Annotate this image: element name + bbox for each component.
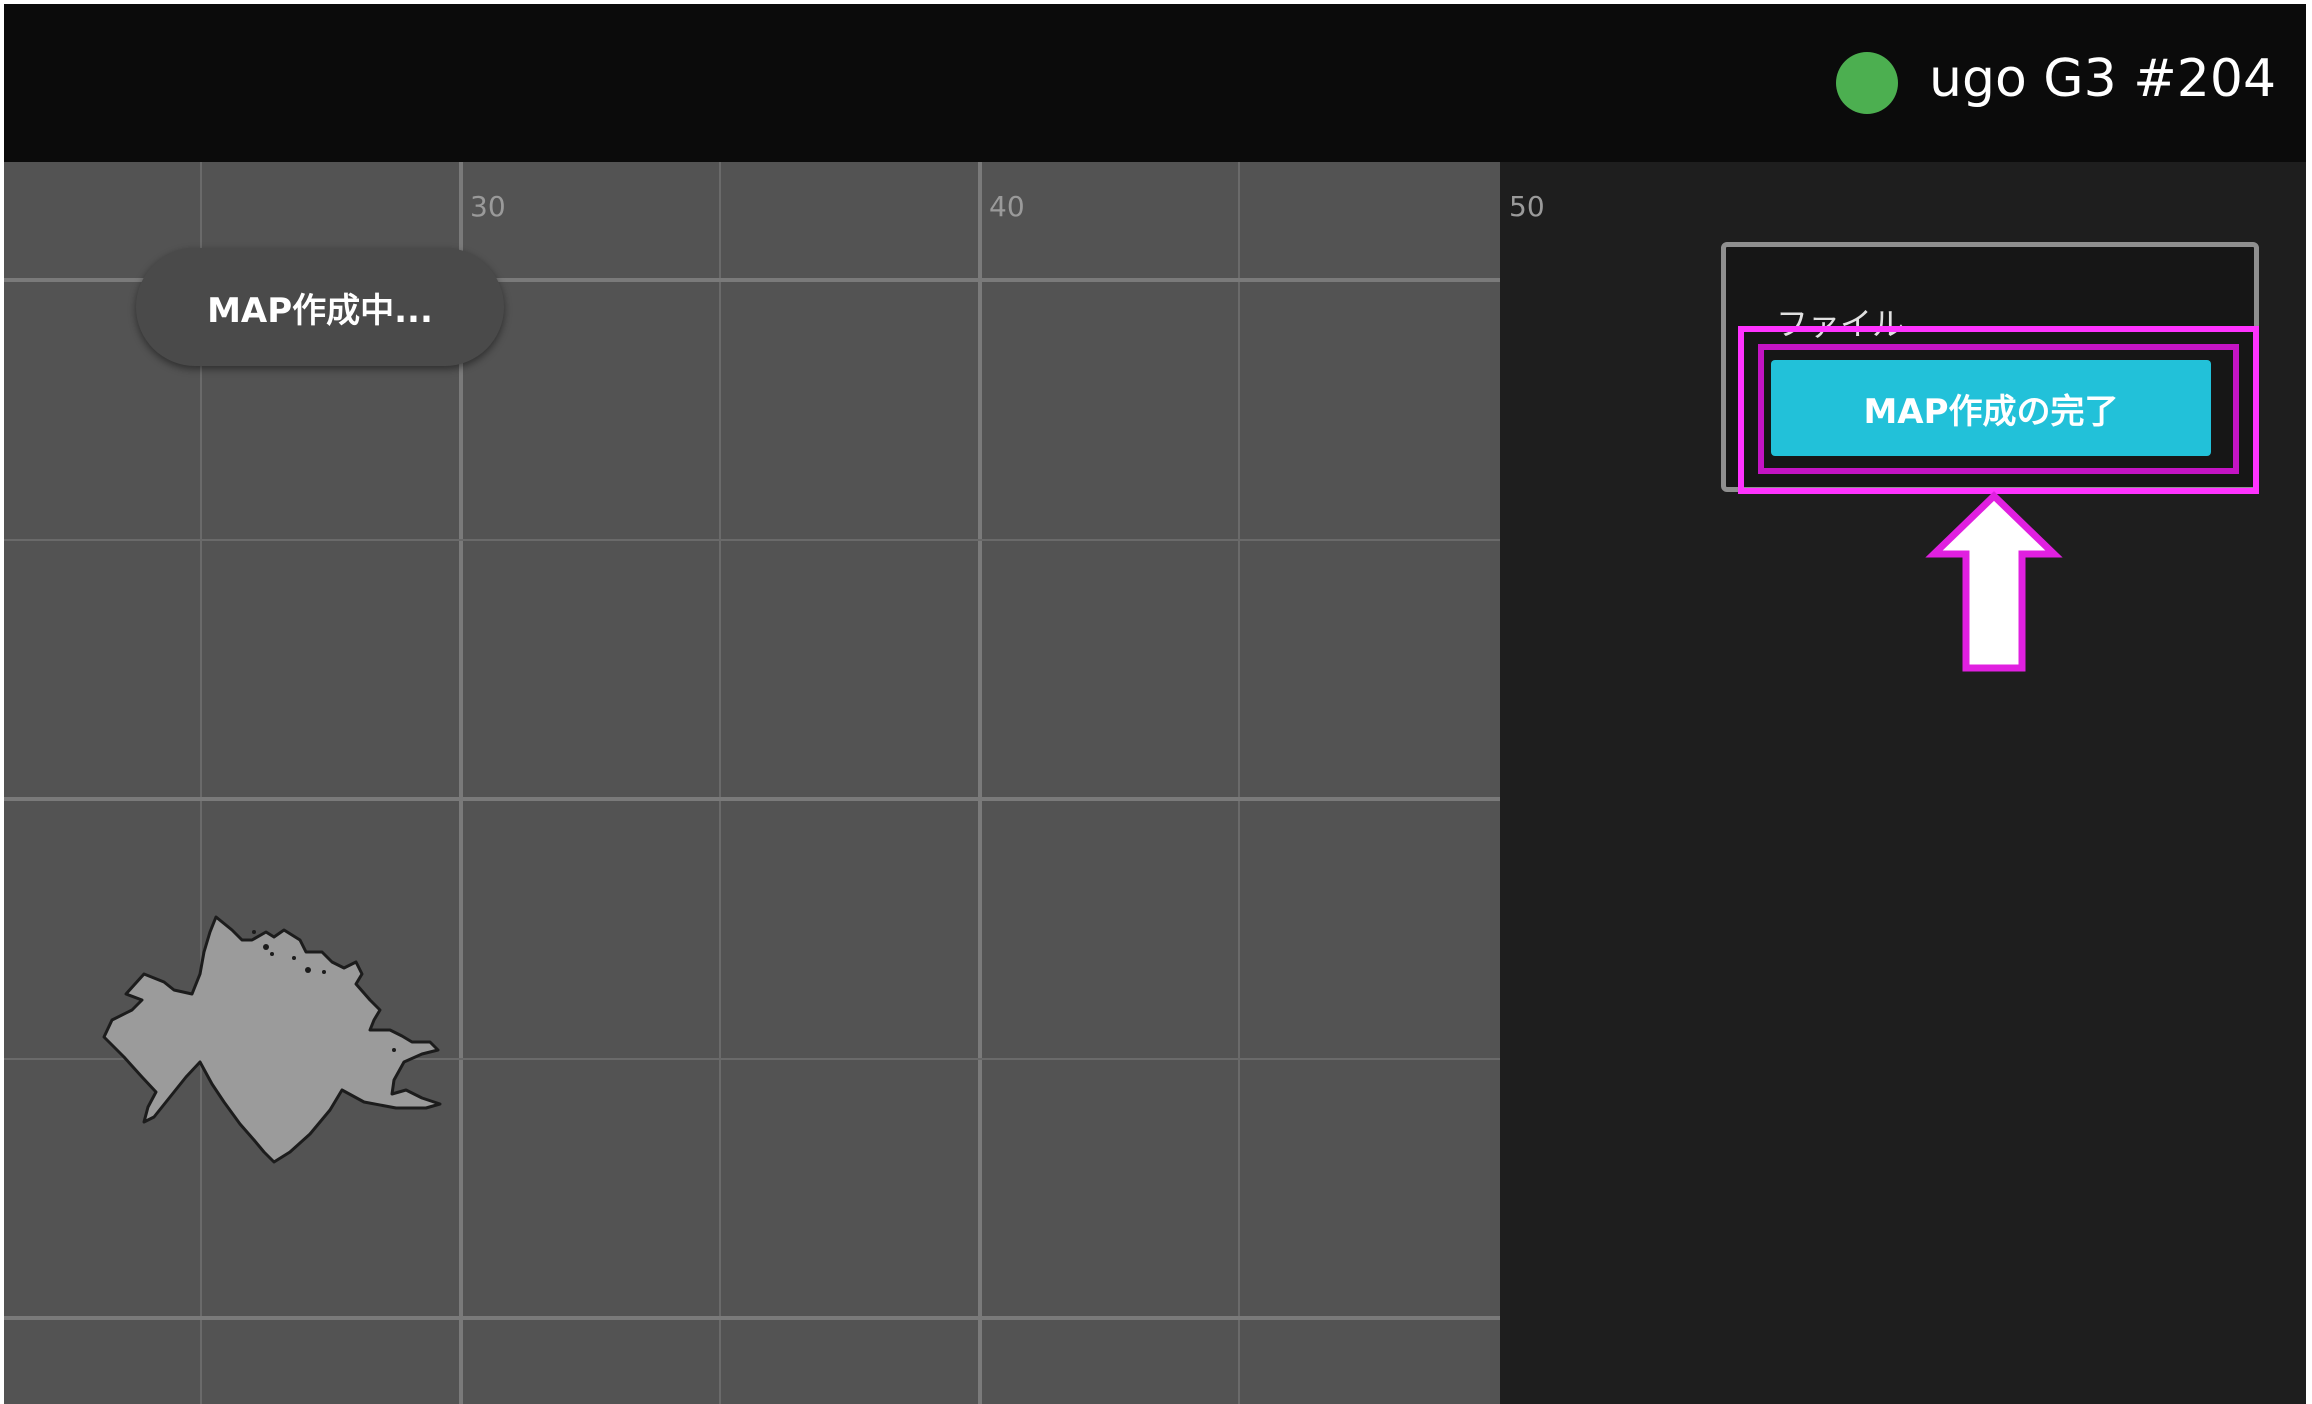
x-tick-label: 50 [1509,190,1545,223]
finish-map-button[interactable]: MAP作成の完了 [1771,360,2211,456]
robot-name: ugo G3 #204 [1929,49,2277,109]
app-frame: ugo G3 #204 30 40 50 MAP作成中... ファイル MAP作… [4,4,2306,1404]
x-tick-label: 30 [470,190,506,223]
x-tick-label: 40 [989,190,1025,223]
up-arrow-icon [1925,491,2063,672]
mapping-status-pill: MAP作成中... [136,248,504,366]
status-dot-icon [1836,52,1898,114]
top-header: ugo G3 #204 [4,4,2306,162]
